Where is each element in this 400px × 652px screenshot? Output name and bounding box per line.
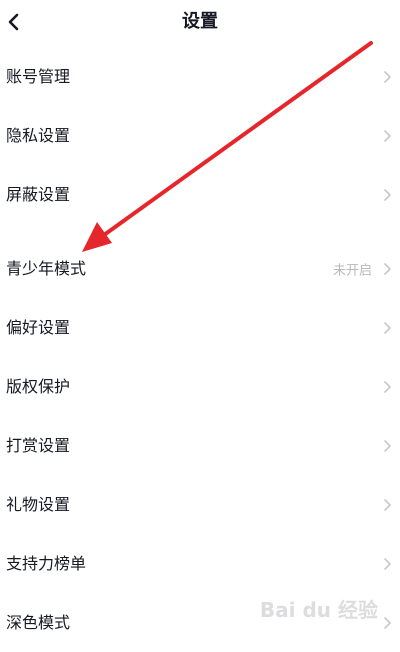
chevron-right-icon [384,321,391,334]
settings-item-privacy[interactable]: 隐私设置 [0,106,400,165]
chevron-right-icon [384,129,391,142]
chevron-right-icon [384,557,391,570]
settings-item-account[interactable]: 账号管理 [0,47,400,106]
settings-item-label: 支持力榜单 [6,553,87,573]
settings-item-label: 屏蔽设置 [6,184,71,204]
settings-list: 账号管理 隐私设置 屏蔽设置 青少年模式 未开启 偏好设置 版权保护 打赏设置 … [0,47,400,652]
settings-item-teen-mode[interactable]: 青少年模式 未开启 [0,239,400,298]
settings-item-label: 青少年模式 [6,258,87,278]
settings-item-block[interactable]: 屏蔽设置 [0,165,400,224]
chevron-right-icon [384,616,391,629]
settings-item-label: 版权保护 [6,376,71,396]
settings-item-gifts[interactable]: 礼物设置 [0,475,400,534]
chevron-right-icon [384,498,391,511]
settings-item-label: 打赏设置 [6,435,71,455]
settings-item-tipping[interactable]: 打赏设置 [0,416,400,475]
header: 设置 [0,0,400,44]
settings-item-label: 礼物设置 [6,494,71,514]
settings-item-copyright[interactable]: 版权保护 [0,357,400,416]
settings-item-label: 偏好设置 [6,317,71,337]
teen-mode-status: 未开启 [332,263,372,278]
settings-item-label: 深色模式 [6,612,71,632]
chevron-right-icon [384,380,391,393]
settings-item-label: 账号管理 [6,66,71,86]
settings-item-label: 隐私设置 [6,125,71,145]
settings-item-preferences[interactable]: 偏好设置 [0,298,400,357]
chevron-right-icon [384,439,391,452]
chevron-right-icon [384,188,391,201]
chevron-right-icon [384,262,391,275]
chevron-right-icon [384,70,391,83]
page-title: 设置 [182,11,218,32]
watermark: Bai du 经验 [259,598,378,622]
settings-item-support-ranking[interactable]: 支持力榜单 [0,534,400,593]
